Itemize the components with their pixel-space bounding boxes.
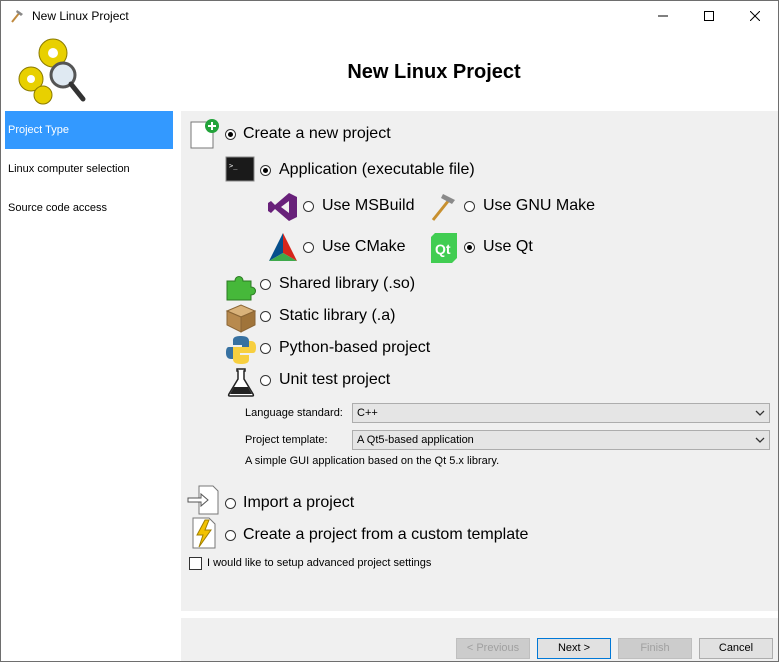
language-standard-value: C++ (357, 407, 378, 419)
use-cmake-label: Use CMake (322, 238, 406, 255)
shared-library-label: Shared library (.so) (279, 275, 416, 292)
python-project-radio[interactable] (260, 343, 271, 354)
header: New Linux Project (1, 31, 778, 111)
svg-text:>_: >_ (229, 162, 238, 170)
hammer-make-icon (431, 194, 455, 221)
sidebar-item-source-code-access[interactable]: Source code access (5, 189, 173, 227)
project-template-value: A Qt5-based application (357, 434, 474, 446)
import-document-icon (187, 485, 219, 515)
python-icon (226, 336, 256, 364)
project-template-dropdown[interactable]: A Qt5-based application (352, 430, 770, 450)
title-bar: New Linux Project (1, 1, 778, 31)
flask-icon (227, 368, 255, 397)
package-box-icon (225, 304, 257, 333)
import-project-label: Import a project (243, 494, 355, 511)
advanced-settings-label: I would like to setup advanced project s… (207, 557, 432, 569)
maximize-icon (704, 11, 714, 21)
footer-buttons: < Previous Next > Finish Cancel (181, 618, 778, 661)
previous-button[interactable]: < Previous (456, 638, 530, 659)
sidebar-item-linux-computer-selection[interactable]: Linux computer selection (5, 150, 173, 188)
close-icon (750, 11, 760, 21)
language-standard-dropdown[interactable]: C++ (352, 403, 770, 423)
close-button[interactable] (732, 1, 778, 31)
project-type-panel: Create a new project >_ Application (exe… (181, 111, 778, 611)
use-qt-radio[interactable] (464, 242, 475, 253)
static-library-label: Static library (.a) (279, 307, 396, 324)
use-cmake-radio[interactable] (303, 242, 314, 253)
project-template-label: Project template: (245, 434, 328, 446)
cancel-button[interactable]: Cancel (699, 638, 773, 659)
qt-icon: Qt (431, 233, 457, 263)
use-gnu-make-radio[interactable] (464, 201, 475, 212)
import-project-radio[interactable] (225, 498, 236, 509)
unit-test-label: Unit test project (279, 371, 391, 388)
unit-test-radio[interactable] (260, 375, 271, 386)
use-msbuild-radio[interactable] (303, 201, 314, 212)
chevron-down-icon (755, 437, 765, 443)
python-project-label: Python-based project (279, 339, 431, 356)
shared-library-radio[interactable] (260, 279, 271, 290)
lightning-document-icon (192, 517, 216, 549)
advanced-settings-checkbox[interactable] (189, 557, 202, 570)
application-radio[interactable] (260, 165, 271, 176)
custom-template-label: Create a project from a custom template (243, 526, 529, 543)
language-standard-label: Language standard: (245, 407, 343, 419)
gears-magnifier-icon (18, 38, 86, 105)
custom-template-radio[interactable] (225, 530, 236, 541)
maximize-button[interactable] (686, 1, 732, 31)
create-new-project-radio[interactable] (225, 129, 236, 140)
create-new-project-label: Create a new project (243, 125, 391, 142)
svg-text:Qt: Qt (435, 241, 451, 257)
template-description: A simple GUI application based on the Qt… (245, 455, 500, 467)
minimize-icon (658, 15, 668, 17)
use-qt-label: Use Qt (483, 238, 533, 255)
next-button[interactable]: Next > (537, 638, 611, 659)
window-title: New Linux Project (32, 9, 129, 23)
chevron-down-icon (755, 410, 765, 416)
new-linux-project-window: New Linux Project New Linux Project Proj… (0, 0, 779, 662)
use-msbuild-label: Use MSBuild (322, 197, 415, 214)
use-gnu-make-label: Use GNU Make (483, 197, 596, 214)
puzzle-piece-icon (226, 276, 256, 301)
finish-button[interactable]: Finish (618, 638, 692, 659)
visual-studio-icon (268, 193, 297, 221)
minimize-button[interactable] (640, 1, 686, 31)
new-document-icon (190, 119, 219, 149)
sidebar-item-project-type[interactable]: Project Type (5, 111, 173, 149)
page-title: New Linux Project (347, 61, 521, 83)
hammer-icon (11, 10, 23, 23)
sidebar: Project Type Linux computer selection So… (1, 111, 175, 661)
application-label: Application (executable file) (279, 161, 475, 178)
static-library-radio[interactable] (260, 311, 271, 322)
terminal-icon: >_ (225, 156, 255, 182)
cmake-icon (269, 233, 297, 261)
